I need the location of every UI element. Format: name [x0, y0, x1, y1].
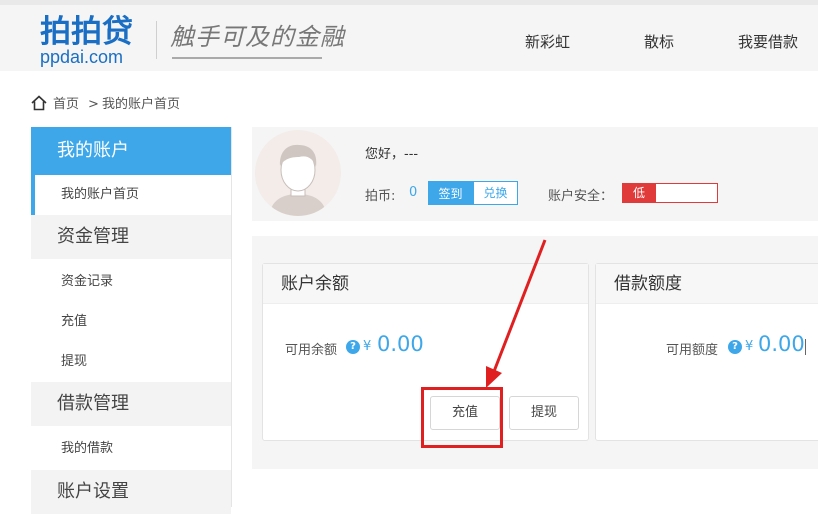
annotation-highlight-box	[421, 387, 503, 448]
annotation-arrow-line	[491, 239, 547, 375]
annotation-overlay	[486, 239, 547, 388]
